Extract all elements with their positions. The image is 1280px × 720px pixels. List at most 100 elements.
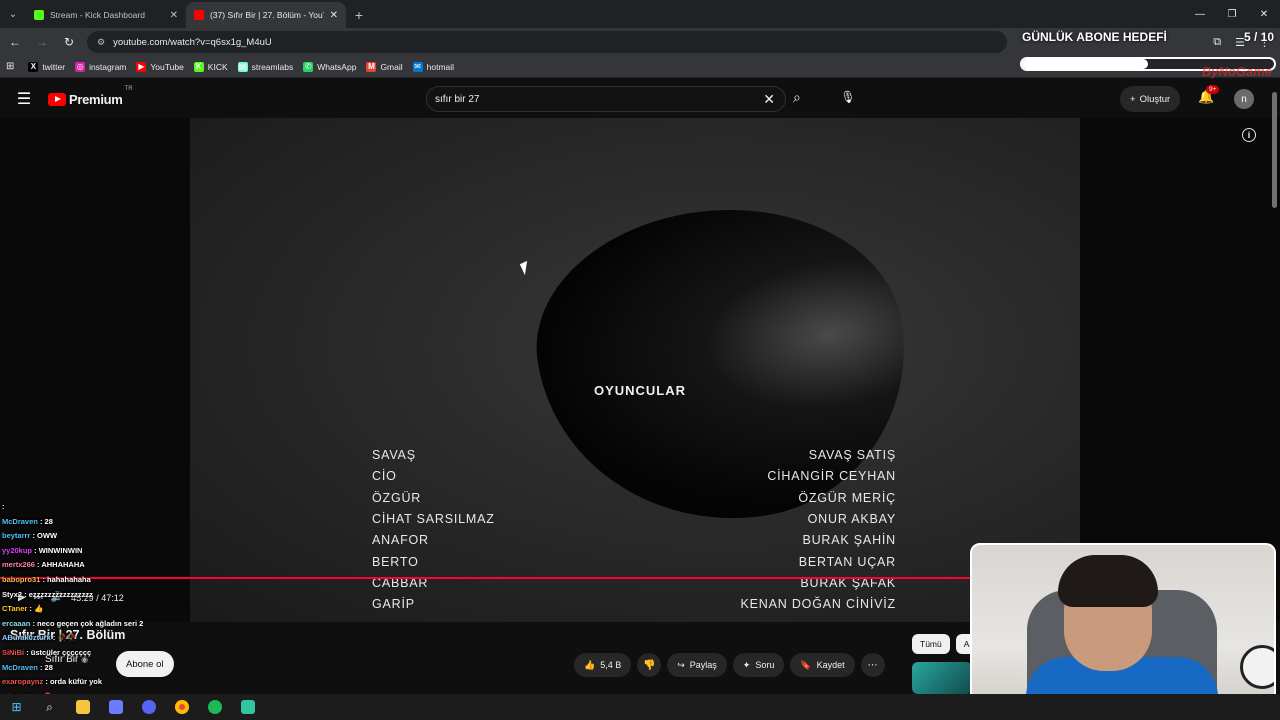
chat-username: CTaner xyxy=(2,604,28,614)
chat-message: Styx2 : ezzzzzzzzzzzzzzzz xyxy=(2,588,242,603)
region-code: TR xyxy=(124,85,133,92)
youtube-logo[interactable]: Premium TR xyxy=(48,86,133,107)
chat-text: : xyxy=(2,502,5,511)
goal-progress-fill xyxy=(1022,59,1148,69)
spotify-icon[interactable] xyxy=(198,694,231,720)
instagram-icon: ◎ xyxy=(75,61,86,72)
chat-username: ABurak0zturk xyxy=(2,633,51,643)
search-value: sıfır bir 27 xyxy=(435,93,480,105)
cast-actor: BURAK ŞAHİN xyxy=(802,533,896,548)
bookmark-label: WhatsApp xyxy=(317,61,357,72)
start-icon[interactable]: ⊞ xyxy=(0,694,33,720)
restore-icon[interactable]: ❐ xyxy=(1216,0,1248,28)
search-icon[interactable]: ⌕ xyxy=(793,89,801,106)
tab-title: (37) Sıfır Bir | 27. Bölüm - YouTu xyxy=(210,10,324,20)
recommended-video-thumbnail[interactable] xyxy=(912,662,972,694)
kick-favicon-icon xyxy=(34,10,44,20)
video-frame xyxy=(190,118,1080,622)
streamer-hair xyxy=(1058,555,1158,607)
streamlabs-icon: ▤ xyxy=(237,61,248,72)
create-button[interactable]: + Oluştur xyxy=(1120,86,1181,112)
cast-actor: ÖZGÜR MERİÇ xyxy=(798,490,896,505)
chat-message: yy20kup : WINWINWIN xyxy=(2,544,242,559)
minimize-icon[interactable]: — xyxy=(1184,0,1216,28)
chat-text: : 🥀🥀 xyxy=(52,633,77,643)
cast-role: CİO xyxy=(372,469,397,484)
close-window-icon[interactable]: ✕ xyxy=(1248,0,1280,28)
cast-role: ÖZGÜR xyxy=(372,490,422,505)
page-scrollbar[interactable] xyxy=(1272,92,1277,208)
bookmark-streamlabs[interactable]: ▤ streamlabs xyxy=(237,61,294,72)
bookmark-gmail[interactable]: M Gmail xyxy=(366,61,403,72)
football-icon xyxy=(1240,645,1274,689)
app-icon[interactable] xyxy=(99,694,132,720)
gmail-icon: M xyxy=(366,61,377,72)
reload-icon[interactable]: ↻ xyxy=(57,30,81,54)
windows-taskbar: ⊞ ⌕ xyxy=(0,694,1280,720)
chip-all[interactable]: Tümü xyxy=(912,634,950,654)
notifications-bell-icon[interactable]: 🔔 9+ xyxy=(1198,85,1220,105)
cast-role: BERTO xyxy=(372,554,419,569)
chat-text: : 28 xyxy=(39,662,53,672)
avatar[interactable]: n xyxy=(1234,89,1254,109)
discord-icon[interactable] xyxy=(132,694,165,720)
apps-icon[interactable]: ⊞ xyxy=(6,61,14,72)
tab-title: Stream - Kick Dashboard xyxy=(50,10,145,20)
back-icon[interactable]: ← xyxy=(3,30,27,54)
cast-actor: ONUR AKBAY xyxy=(807,511,896,526)
close-tab-icon[interactable]: ✕ xyxy=(170,10,178,21)
cast-actor: BERTAN UÇAR xyxy=(798,554,896,569)
dislike-button[interactable]: 👎 xyxy=(637,653,662,677)
bookmark-twitter[interactable]: Xtwitter xyxy=(28,61,66,72)
hamburger-menu-icon[interactable]: ☰ xyxy=(0,89,48,109)
chat-message: McDraven : 28 xyxy=(2,661,242,676)
forward-icon[interactable]: → xyxy=(30,30,54,54)
subscriber-goal-widget: GÜNLÜK ABONE HEDEFİ 5 / 10 ByNoGame xyxy=(1020,30,1280,79)
info-icon[interactable]: i xyxy=(1242,128,1256,142)
cast-role: SAVAŞ xyxy=(372,448,416,462)
tab-youtube-video[interactable]: (37) Sıfır Bir | 27. Bölüm - YouTu ✕ xyxy=(186,2,346,28)
bookmark-hotmail[interactable]: ✉ hotmail xyxy=(412,61,454,72)
chat-message: ABurak0zturk : 🥀🥀 xyxy=(2,631,242,646)
url-text: youtube.com/watch?v=q6sx1g_M4uU xyxy=(113,36,272,48)
thumbs-down-icon: 👎 xyxy=(643,659,656,671)
like-button[interactable]: 👍 5,4 B xyxy=(574,653,632,677)
bookmark-instagram[interactable]: ◎ instagram xyxy=(75,61,126,72)
search-taskbar-icon[interactable]: ⌕ xyxy=(33,694,66,720)
streamlabs-icon[interactable] xyxy=(231,694,264,720)
window-controls: — ❐ ✕ xyxy=(1184,0,1280,28)
search-input[interactable]: sıfır bir 27 ✕ xyxy=(426,86,786,112)
tab-search-icon[interactable]: ⌄ xyxy=(0,0,26,28)
chat-text: : 28 xyxy=(39,516,53,526)
bookmark-whatsapp[interactable]: ✆ WhatsApp xyxy=(303,61,357,72)
save-button[interactable]: 🔖 Kaydet xyxy=(790,653,855,677)
ask-button[interactable]: ✦ Soru xyxy=(732,653,785,677)
notification-badge: 9+ xyxy=(1206,85,1220,94)
chat-text: : neco geçen çok ağladın seri 2 xyxy=(32,618,144,628)
share-button[interactable]: ↪ Paylaş xyxy=(667,653,727,677)
tab-kick-dashboard[interactable]: Stream - Kick Dashboard ✕ xyxy=(26,2,186,28)
more-actions-button[interactable]: ⋯ xyxy=(860,653,885,677)
share-label: Paylaş xyxy=(689,660,717,670)
bookmark-label: twitter xyxy=(42,61,66,72)
microphone-icon[interactable]: 🎙 xyxy=(836,85,860,109)
chat-text: : orda küfür yok xyxy=(45,677,103,687)
bookmark-kick[interactable]: K KICK xyxy=(193,61,228,72)
file-explorer-icon[interactable] xyxy=(66,694,99,720)
bookmark-label: YouTube xyxy=(150,61,184,72)
chat-message: ercaaan : neco geçen çok ağladın seri 2 xyxy=(2,617,242,632)
twitter-icon: X xyxy=(28,61,39,72)
clear-search-icon[interactable]: ✕ xyxy=(763,91,775,108)
bookmark-label: streamlabs xyxy=(251,61,294,72)
chrome-icon[interactable] xyxy=(165,694,198,720)
chat-username: McDraven xyxy=(2,516,38,526)
chat-text: : AHHAHAHA xyxy=(37,560,85,570)
bookmark-youtube[interactable]: ▶ YouTube xyxy=(136,61,184,72)
chat-username: yy20kup xyxy=(2,545,33,555)
new-tab-button[interactable]: + xyxy=(346,2,372,28)
site-info-icon[interactable]: ⚙ xyxy=(97,37,105,48)
browser-tab-bar: ⌄ Stream - Kick Dashboard ✕ (37) Sıfır B… xyxy=(0,0,1280,28)
cast-role: ANAFOR xyxy=(372,533,429,548)
close-tab-icon[interactable]: ✕ xyxy=(330,10,338,21)
address-bar[interactable]: ⚙ youtube.com/watch?v=q6sx1g_M4uU xyxy=(87,31,1007,53)
